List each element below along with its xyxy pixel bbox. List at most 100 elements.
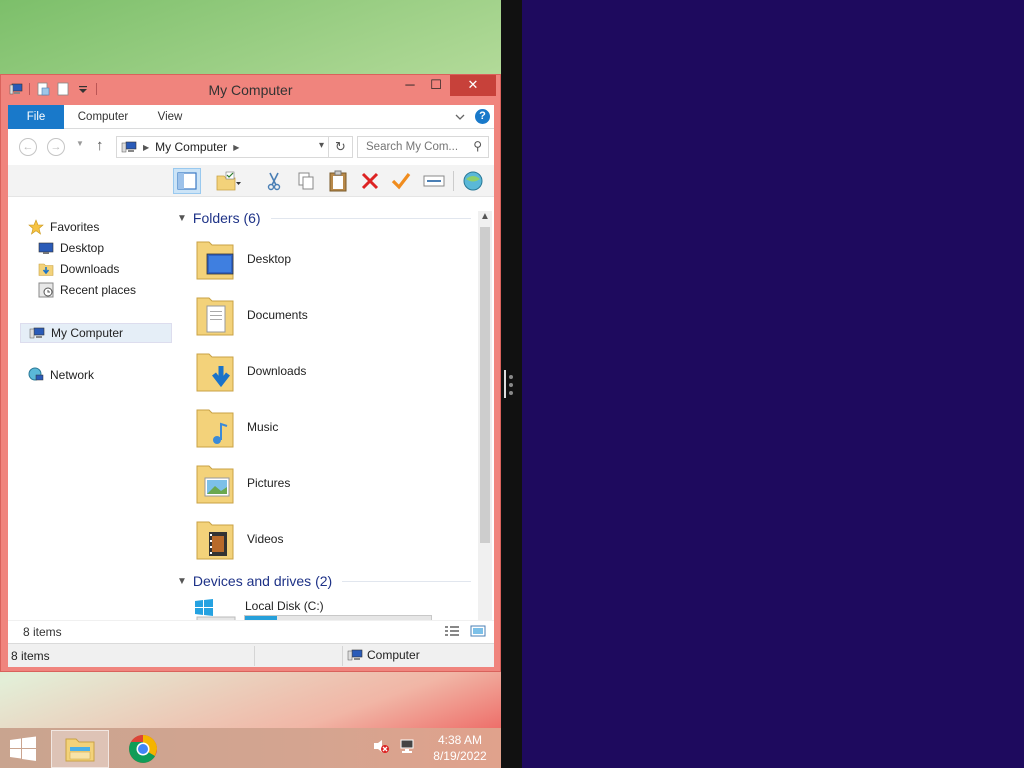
scroll-up-icon[interactable]: ▲	[480, 211, 490, 222]
tab-view[interactable]: View	[148, 105, 192, 129]
collapse-chevron-icon[interactable]: ▼	[177, 213, 187, 224]
folder-name: Pictures	[247, 476, 291, 490]
organize-button[interactable]	[211, 168, 245, 194]
folder-name: Documents	[247, 308, 308, 322]
folder-item-videos[interactable]: Videos	[195, 513, 465, 565]
folder-item-documents[interactable]: Documents	[195, 289, 465, 341]
large-icons-view-icon[interactable]	[470, 625, 486, 637]
taskbar-explorer-button[interactable]	[51, 730, 109, 768]
navigation-pane: Favorites Desktop Downloads Recent place…	[8, 197, 172, 643]
title-bar[interactable]: My Computer ─ ☐ ✕	[1, 75, 500, 105]
file-list: ▼ Folders (6) Desktop Documents Download…	[173, 197, 477, 633]
drives-group-title: Devices and drives (2)	[192, 573, 333, 589]
sidebar-item-label: My Computer	[51, 326, 124, 340]
vertical-scrollbar[interactable]: ▲ ▼	[478, 211, 492, 634]
minimize-button[interactable]: ─	[397, 75, 423, 96]
breadcrumb-separator-icon[interactable]: ▶	[233, 143, 239, 152]
volume-muted-icon[interactable]	[372, 738, 390, 754]
drives-group-header[interactable]: ▼ Devices and drives (2)	[173, 570, 471, 592]
folder-name: Downloads	[247, 364, 307, 378]
back-button[interactable]: ←	[19, 138, 37, 156]
scissors-icon	[267, 172, 281, 191]
folder-item-pictures[interactable]: Pictures	[195, 457, 465, 509]
videos-folder-icon	[196, 521, 234, 560]
sidebar-item-label: Desktop	[60, 241, 105, 255]
folder-name: Desktop	[247, 252, 292, 266]
desktop-folder-icon	[196, 241, 234, 280]
paste-button[interactable]	[324, 168, 352, 194]
forward-button[interactable]: →	[47, 138, 65, 156]
chrome-icon	[129, 735, 157, 763]
sidebar-item-network[interactable]: Network	[28, 365, 186, 385]
refresh-button[interactable]: ↻	[328, 137, 352, 157]
sidebar-item-label: Recent places	[60, 283, 137, 297]
clipboard-icon	[329, 170, 347, 192]
sidebar-item-label: Downloads	[60, 262, 120, 276]
music-folder-icon	[196, 409, 234, 448]
copy-button[interactable]	[292, 168, 320, 194]
downloads-folder-icon	[196, 353, 234, 392]
search-box[interactable]: ⚲	[357, 136, 489, 158]
layout-icon	[177, 172, 197, 190]
clock-time: 4:38 AM	[437, 733, 483, 747]
navigation-pane-button[interactable]	[173, 168, 201, 194]
snap-divider-grip[interactable]	[504, 368, 518, 400]
internet-button[interactable]	[459, 168, 487, 194]
delete-button[interactable]	[356, 168, 384, 194]
close-button[interactable]: ✕	[450, 75, 496, 96]
windows-start-icon[interactable]	[8, 736, 38, 762]
maximize-button[interactable]: ☐	[423, 75, 449, 96]
taskbar: 4:38 AM 8/19/2022	[0, 728, 501, 768]
start-screen-area	[522, 0, 1024, 768]
file-explorer-icon	[65, 738, 95, 762]
folder-name: Videos	[247, 532, 284, 546]
folder-item-downloads[interactable]: Downloads	[195, 345, 465, 397]
status-bar: 8 items Computer	[8, 643, 494, 667]
folder-item-music[interactable]: Music	[195, 401, 465, 453]
recent-locations-chevron-icon[interactable]: ▼	[76, 139, 84, 148]
address-dropdown-icon[interactable]: ▾	[319, 140, 324, 151]
navigation-bar: ← → ▼ ↑ ▶ My Computer ▶ ▾ ↻ ⚲	[8, 130, 494, 164]
address-bar[interactable]: ▶ My Computer ▶ ▾ ↻	[116, 136, 353, 158]
tab-file[interactable]: File	[8, 105, 64, 129]
sidebar-item-label: Network	[50, 368, 95, 382]
breadcrumb-my-computer[interactable]: My Computer	[155, 140, 227, 154]
item-count: 8 items	[23, 625, 62, 639]
folders-group-header[interactable]: ▼ Folders (6)	[173, 207, 471, 229]
desktop-icon	[38, 242, 54, 254]
details-view-icon[interactable]	[444, 625, 460, 637]
taskbar-clock[interactable]: 4:38 AM 8/19/2022	[426, 732, 494, 764]
folders-group-title: Folders (6)	[192, 210, 261, 226]
computer-icon	[29, 327, 45, 339]
command-toolbar	[8, 165, 494, 197]
network-tray-icon[interactable]	[398, 738, 416, 754]
taskbar-chrome-button[interactable]	[114, 730, 172, 768]
sidebar-item-my-computer[interactable]: My Computer	[20, 323, 172, 343]
globe-icon	[463, 171, 483, 191]
pictures-folder-icon	[196, 465, 234, 504]
network-icon	[28, 367, 44, 381]
sidebar-item-label: Favorites	[50, 220, 100, 234]
apply-button[interactable]	[387, 168, 415, 194]
expand-ribbon-icon[interactable]	[455, 113, 465, 121]
cut-button[interactable]	[260, 168, 288, 194]
explorer-window: My Computer ─ ☐ ✕ File Computer View ? ←…	[0, 74, 501, 672]
scroll-thumb[interactable]	[480, 227, 490, 543]
up-button[interactable]: ↑	[96, 137, 104, 154]
rename-button[interactable]	[420, 168, 448, 194]
sidebar-item-favorites[interactable]: Favorites	[28, 217, 186, 237]
details-bar: 8 items	[8, 620, 494, 642]
search-input[interactable]	[366, 141, 466, 153]
checkmark-icon	[391, 173, 411, 190]
recent-places-icon	[38, 282, 54, 298]
clock-date: 8/19/2022	[433, 749, 487, 763]
breadcrumb-separator-icon[interactable]: ▶	[143, 143, 149, 152]
tab-computer[interactable]: Computer	[72, 105, 134, 129]
drive-name: Local Disk (C:)	[245, 599, 324, 613]
status-zone-label: Computer	[367, 648, 420, 662]
help-button[interactable]: ?	[475, 109, 490, 124]
copy-icon	[298, 172, 314, 190]
collapse-chevron-icon[interactable]: ▼	[177, 576, 187, 587]
search-icon[interactable]: ⚲	[473, 139, 482, 153]
folder-item-desktop[interactable]: Desktop	[195, 233, 465, 285]
